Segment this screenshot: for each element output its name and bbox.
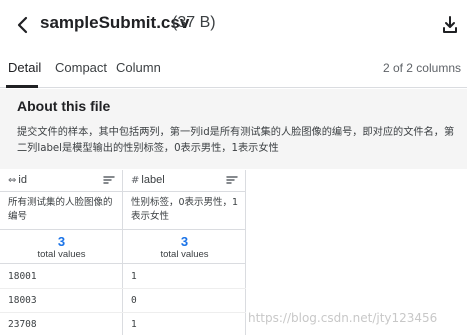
table-cell: 1 [123,313,246,335]
column-header[interactable]: ⇔ id [0,170,123,192]
table-cell: 1 [123,265,246,289]
table-cell: 18003 [0,289,123,313]
column-stats: 3 total values [123,229,246,264]
column-stats: 3 total values [0,229,123,264]
download-icon[interactable] [440,14,460,36]
column-id: ⇔ id 所有测试集的人脸图像的编号 3 total values 18001 1… [0,170,123,335]
tab-detail[interactable]: Detail [8,60,41,75]
column-header[interactable]: # label [123,170,246,192]
active-tab-indicator [6,85,38,88]
total-values-count: 3 [180,234,189,249]
total-values-label: total values [37,249,86,260]
numeric-type-icon: # [131,175,140,186]
column-label: # label 性别标签，0表示男性，1表示女性 3 total values 1… [123,170,246,335]
sort-icon[interactable] [103,175,115,185]
table-cell: 0 [123,289,246,313]
column-name: ⇔ id [8,174,27,186]
string-type-icon: ⇔ [8,175,17,186]
about-title: About this file [17,98,111,114]
tab-column[interactable]: Column [116,60,161,75]
file-header: sampleSubmit.csv (37 B) [0,0,467,50]
watermark: https://blog.csdn.net/jty123456 [248,311,438,325]
sort-icon[interactable] [226,175,238,185]
total-values-label: total values [160,249,209,260]
about-description: 提交文件的样本，其中包括两列，第一列id是所有测试集的人脸图像的编号，即对应的文… [17,127,455,154]
total-values-count: 3 [57,234,66,249]
chevron-left-icon[interactable] [14,13,32,37]
table-cell: 23708 [0,313,123,335]
data-table: ⇔ id 所有测试集的人脸图像的编号 3 total values 18001 1… [0,170,247,335]
column-count: 2 of 2 columns [382,61,461,75]
file-title: sampleSubmit.csv [40,13,190,32]
column-description: 所有测试集的人脸图像的编号 [8,197,113,222]
about-section: About this file 提交文件的样本，其中包括两列，第一列id是所有测… [0,89,467,169]
file-size: (37 B) [172,14,216,31]
column-name: # label [131,174,165,186]
column-description: 性别标签，0表示男性，1表示女性 [131,197,239,222]
tab-compact[interactable]: Compact [55,60,107,75]
table-cell: 18001 [0,265,123,289]
view-tabs: Detail Compact Column 2 of 2 columns [0,50,467,88]
